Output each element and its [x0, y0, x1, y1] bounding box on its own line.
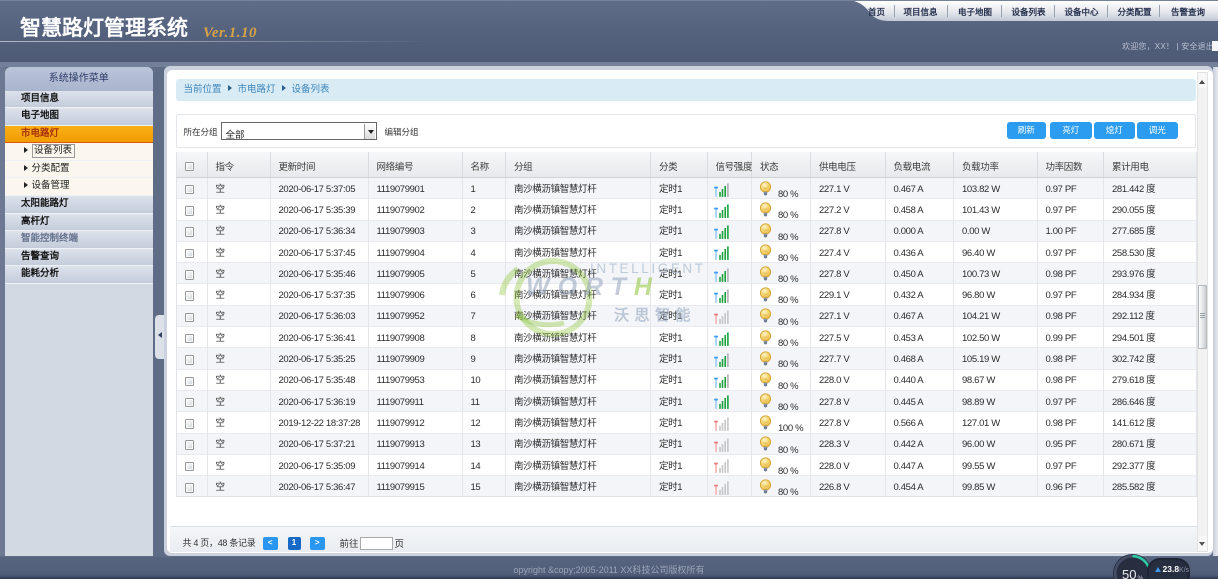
- svg-text:50: 50: [1122, 567, 1136, 579]
- svg-text:%: %: [1138, 575, 1144, 579]
